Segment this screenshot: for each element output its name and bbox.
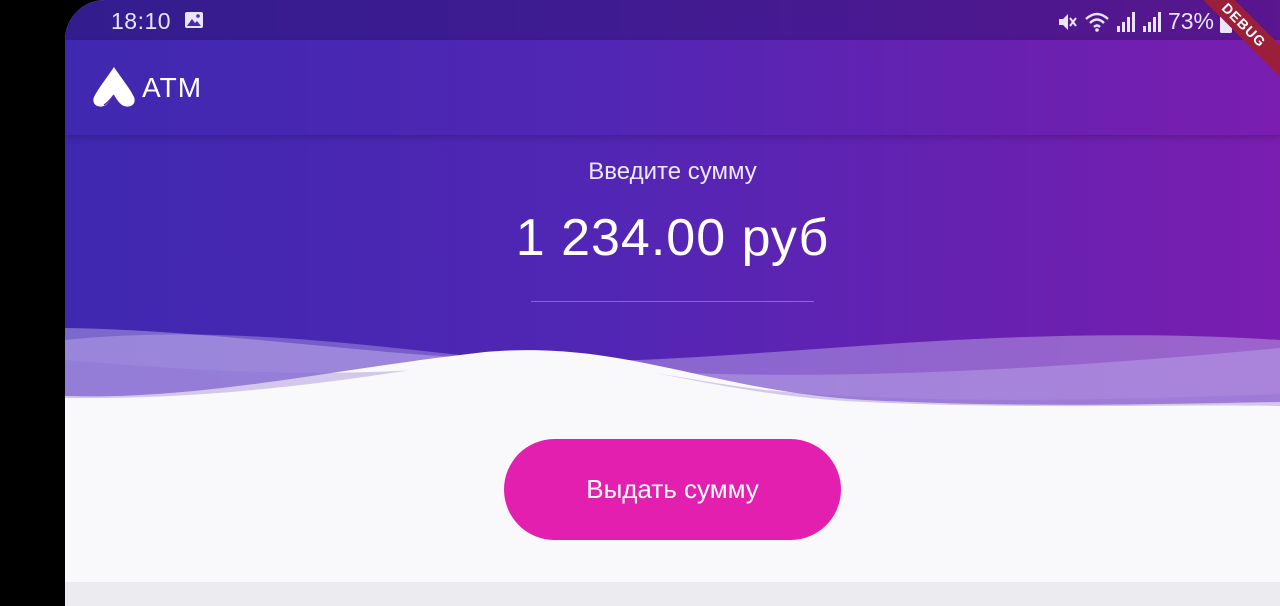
status-time: 18:10 xyxy=(111,8,172,34)
wifi-icon xyxy=(1085,12,1109,32)
signal-icon xyxy=(1142,11,1161,32)
status-bar: 18:10 73% xyxy=(65,0,1280,40)
atm-logo-icon xyxy=(93,67,135,107)
signal-icon xyxy=(1116,11,1135,32)
decorative-waves xyxy=(65,328,1280,420)
bottom-strip xyxy=(65,582,1280,606)
app-bar: ATM xyxy=(65,40,1280,135)
status-indicators: 73% xyxy=(1056,8,1232,35)
withdraw-button[interactable]: Выдать сумму xyxy=(504,439,841,540)
amount-prompt-label: Введите сумму xyxy=(588,158,757,185)
app-screen: 18:10 73% ATM Введите сумму 1 234.00 руб… xyxy=(65,0,1280,606)
battery-percent: 73% xyxy=(1167,8,1214,34)
amount-input[interactable]: 1 234.00 руб xyxy=(65,208,1280,268)
app-logo-text: ATM xyxy=(142,72,203,103)
image-icon xyxy=(185,12,203,28)
mute-icon xyxy=(1058,13,1077,30)
